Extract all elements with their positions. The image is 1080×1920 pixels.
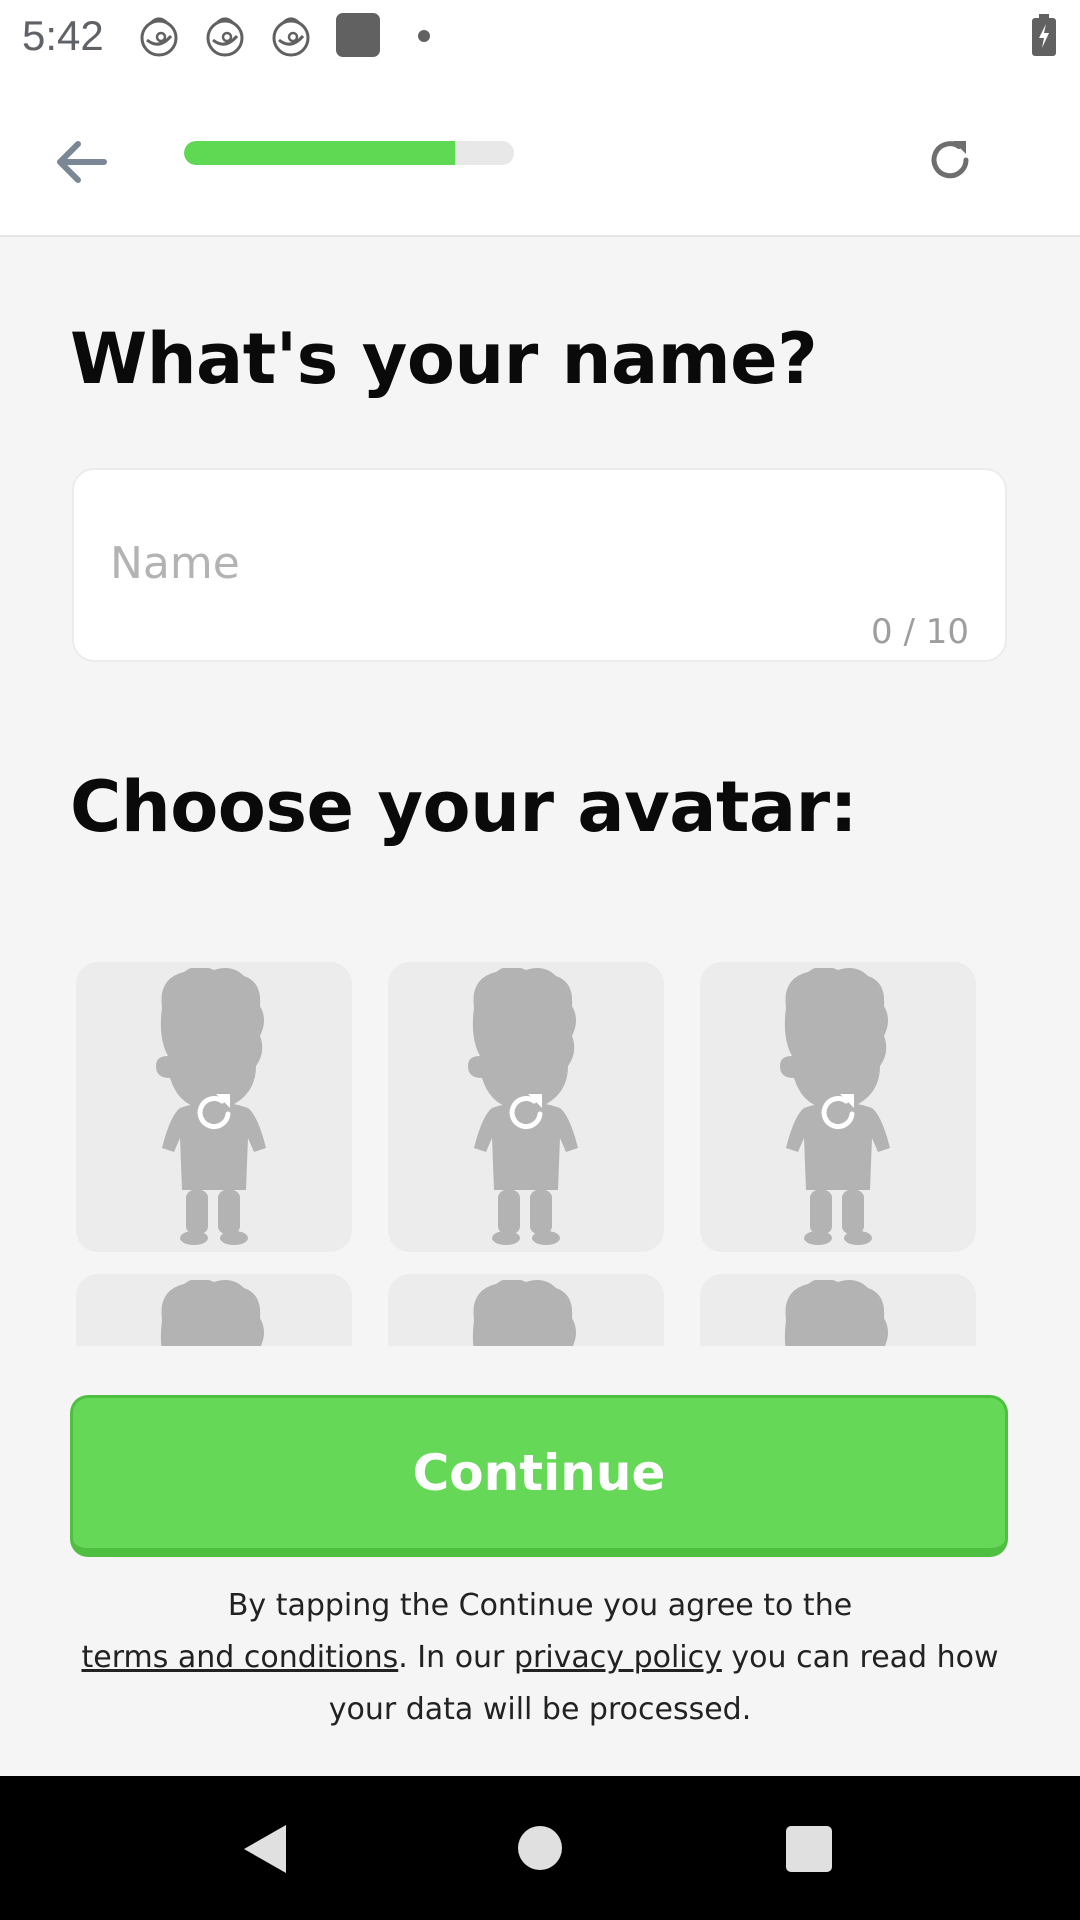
privacy-link[interactable]: privacy policy [514,1640,722,1675]
avatar-option[interactable] [76,962,352,1252]
legal-middle: . In our [398,1640,514,1675]
name-input[interactable] [110,528,930,598]
refresh-icon [931,141,969,179]
square-recents-icon[interactable] [786,1826,832,1872]
back-button[interactable] [40,122,120,202]
avatar-option[interactable] [700,1274,976,1346]
avatar-placeholder-icon [160,1280,264,1346]
baby-face-icon [272,17,310,57]
avatar-option[interactable] [388,1274,664,1346]
character-counter: 0 / 10 [871,612,969,652]
avatar-title: Choose your avatar: [70,766,858,848]
avatar-placeholder-icon [472,1280,576,1346]
name-field[interactable]: 0 / 10 [72,468,1007,662]
continue-button[interactable]: Continue [70,1395,1008,1557]
top-toolbar [0,72,1080,237]
avatar-grid [72,958,1007,1346]
avatar-placeholder-icon [780,968,890,1245]
legal-text: By tapping the Continue you agree to the… [60,1580,1020,1736]
legal-line1: By tapping the Continue you agree to the [227,1588,853,1623]
triangle-back-icon[interactable] [242,1823,288,1875]
baby-face-icon [206,17,244,57]
avatar-option[interactable] [700,962,976,1252]
refresh-button[interactable] [910,120,990,200]
status-bar: 5:42 [0,0,1080,72]
dot-icon [418,30,430,42]
avatar-placeholder-icon [468,968,578,1245]
progress-fill [184,141,455,165]
avatar-placeholder-icon [784,1280,888,1346]
baby-face-icon [140,17,178,57]
battery-charging-icon [1032,14,1056,56]
arrow-left-icon [57,141,107,183]
avatar-option[interactable] [76,1274,352,1346]
app-square-icon [336,13,380,57]
terms-link[interactable]: terms and conditions [81,1640,398,1675]
avatar-option[interactable] [388,962,664,1252]
system-nav-bar [0,1776,1080,1920]
circle-home-icon[interactable] [518,1826,562,1870]
status-time: 5:42 [22,12,104,59]
avatar-placeholder-icon [156,968,266,1245]
progress-bar [184,141,514,165]
name-title: What's your name? [70,318,818,400]
